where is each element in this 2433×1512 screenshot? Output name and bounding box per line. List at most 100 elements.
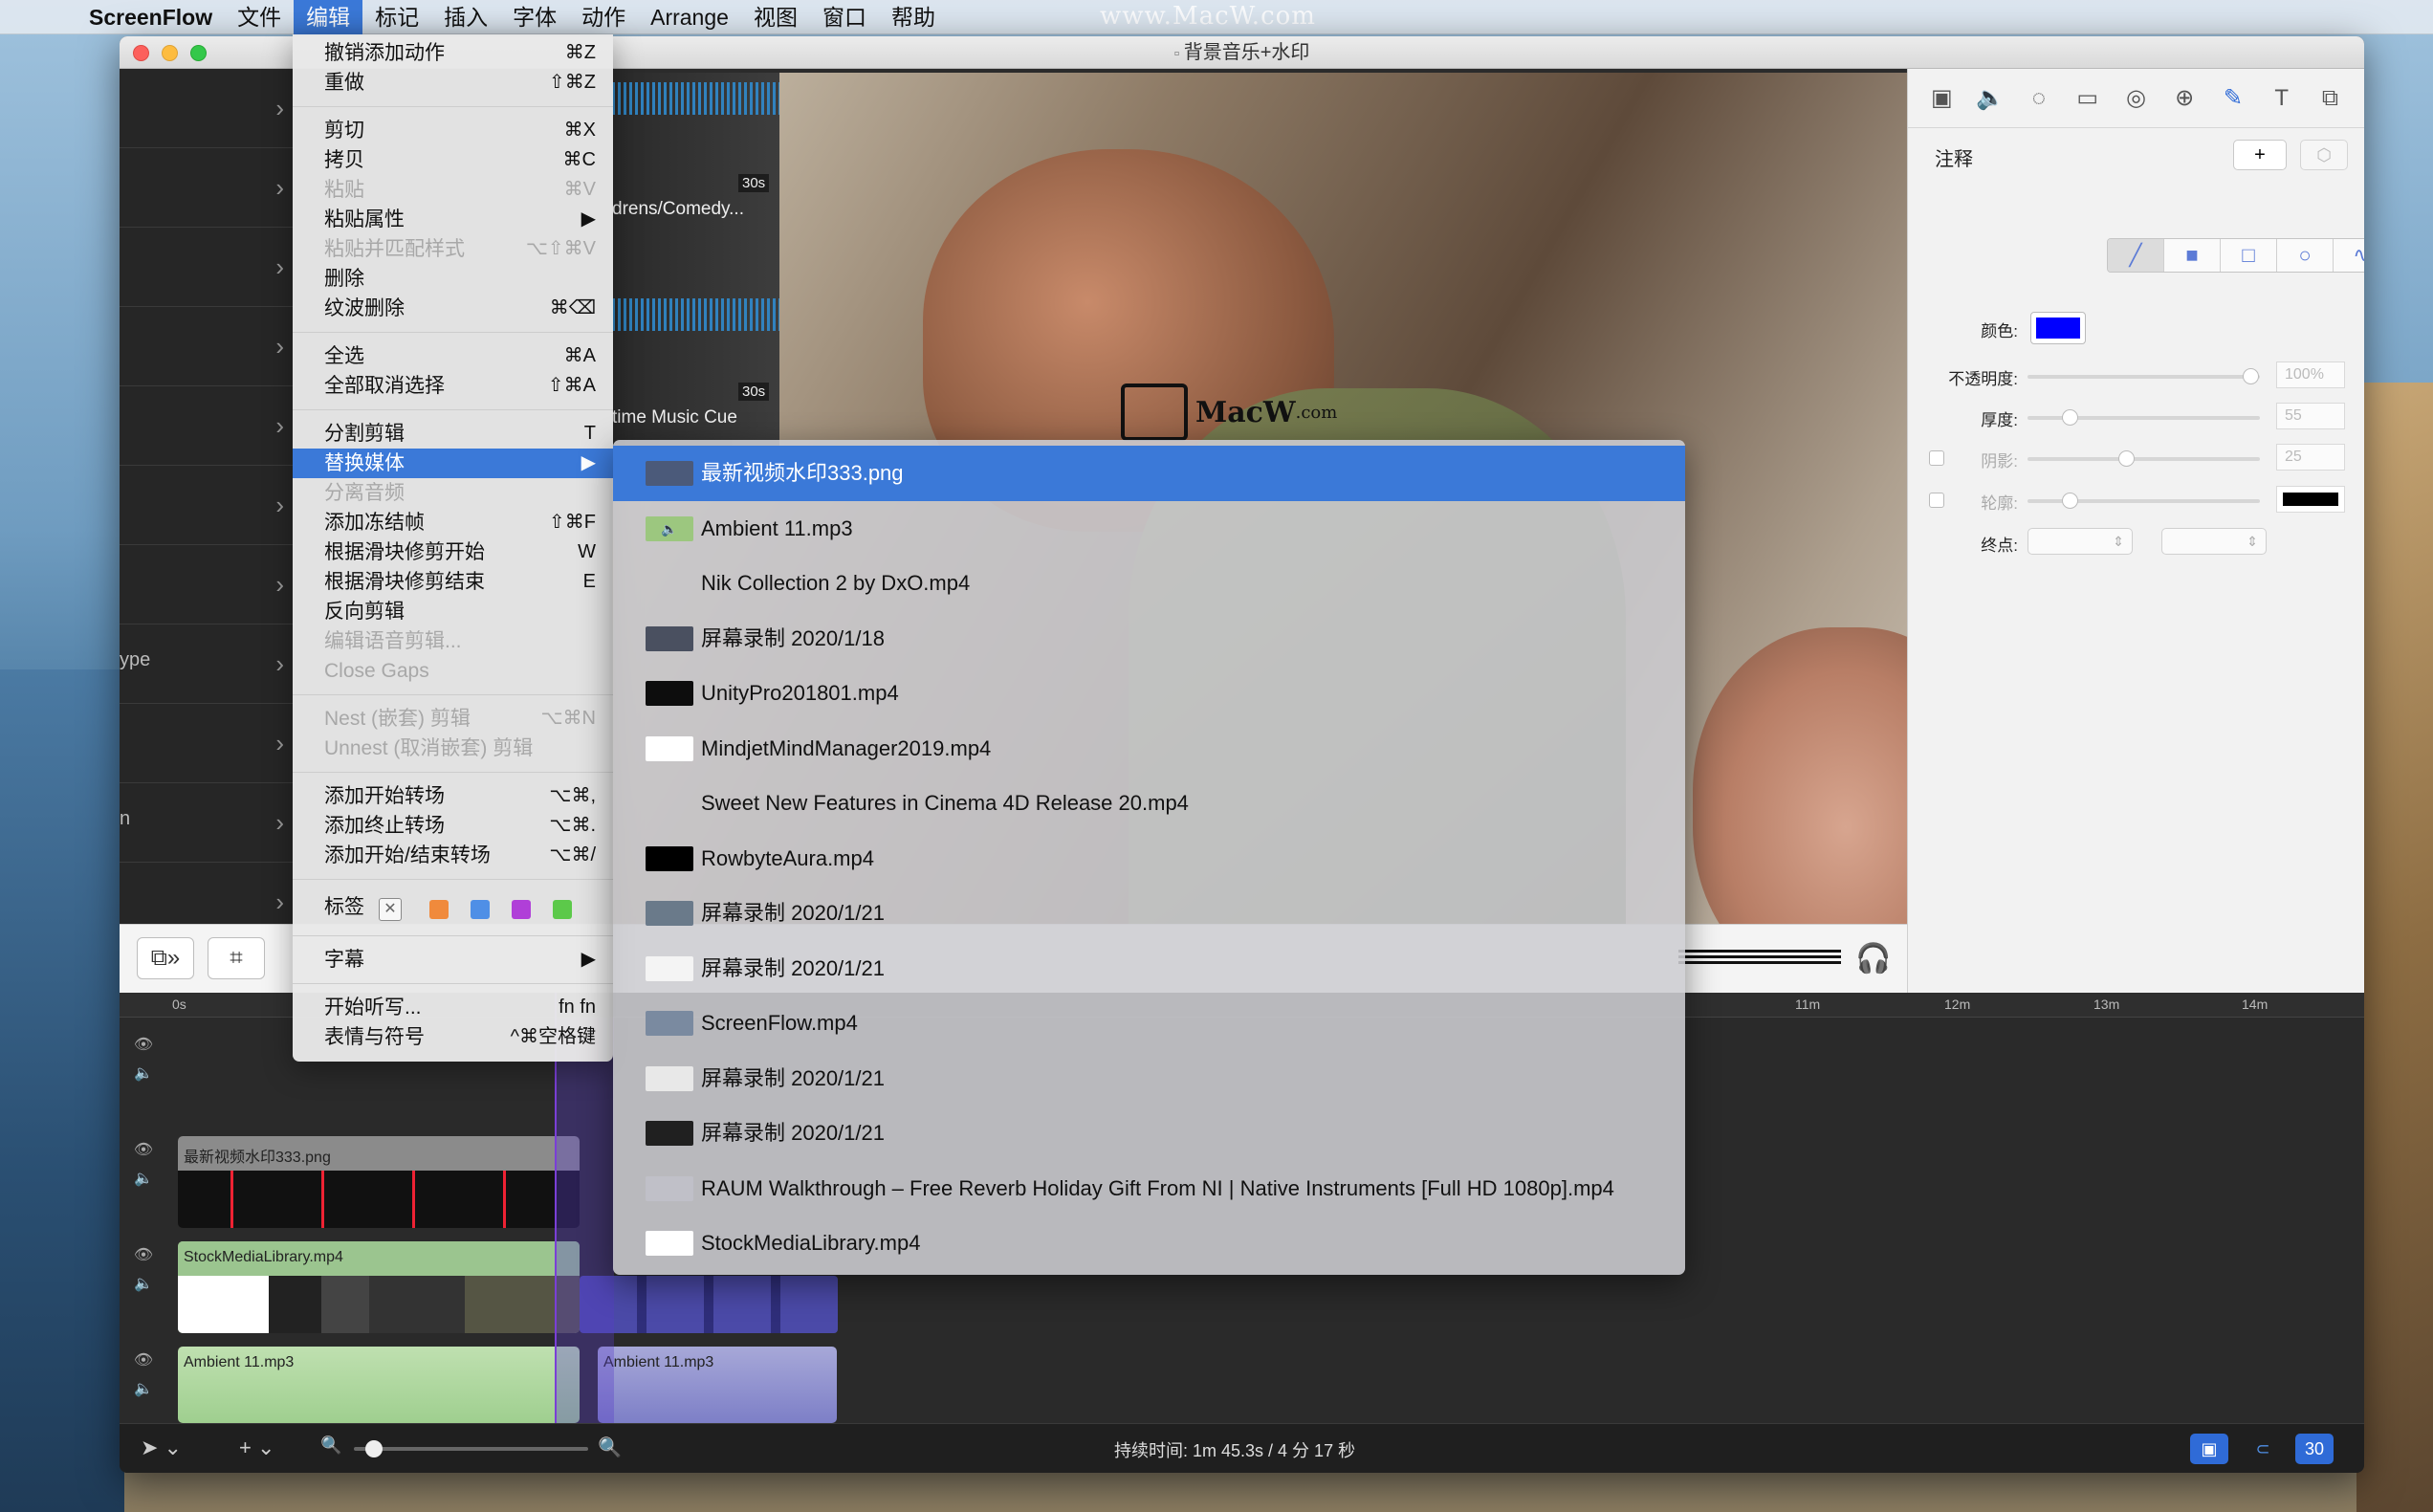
magnet-icon[interactable]: ⊂: [2247, 1434, 2278, 1464]
zoom-out-icon[interactable]: 🔍: [320, 1435, 341, 1456]
media-row[interactable]: ›: [120, 69, 294, 148]
submenu-item[interactable]: 屏幕录制 2020/1/21: [613, 1051, 1685, 1107]
menu-item-ripple-delete[interactable]: 纹波删除 ⌘⌫: [293, 294, 613, 323]
shadow-slider[interactable]: [2028, 450, 2260, 467]
shadow-checkbox[interactable]: [1929, 450, 1944, 466]
media-row[interactable]: ›: [120, 704, 294, 783]
eye-icon[interactable]: 👁: [120, 1031, 167, 1060]
media-row[interactable]: n ›: [120, 783, 294, 863]
label-orange-swatch[interactable]: [429, 900, 449, 919]
media-actions-icon[interactable]: ⧉»: [137, 937, 194, 979]
text-icon[interactable]: T: [2268, 84, 2296, 113]
submenu-item[interactable]: 屏幕录制 2020/1/21: [613, 941, 1685, 997]
menu-item-paste-match-style[interactable]: 粘贴并匹配样式 ⌥⇧⌘V: [293, 234, 613, 264]
cube-icon[interactable]: ⬡: [2300, 140, 2348, 170]
slider-knob[interactable]: [2243, 368, 2259, 384]
menu-item-paste-attributes[interactable]: 粘贴属性 ▶: [293, 205, 613, 234]
submenu-item[interactable]: ScreenFlow.mp4: [613, 996, 1685, 1051]
media-library-icon[interactable]: ⧉: [2316, 84, 2345, 113]
media-row[interactable]: ›: [120, 228, 294, 307]
outline-color-well[interactable]: [2276, 486, 2345, 513]
rectangle-icon[interactable]: □: [2221, 239, 2277, 272]
label-green-swatch[interactable]: [553, 900, 572, 919]
zoom-button[interactable]: [190, 45, 207, 61]
menu-action[interactable]: 动作: [569, 0, 638, 34]
slider-knob[interactable]: [2062, 409, 2078, 426]
minimize-button[interactable]: [162, 45, 178, 61]
timeline-clip-audio[interactable]: Ambient 11.mp3: [178, 1347, 580, 1423]
submenu-item[interactable]: UnityPro201801.mp4: [613, 666, 1685, 721]
submenu-item[interactable]: 最新视频水印333.png: [613, 446, 1685, 501]
submenu-item[interactable]: MindjetMindManager2019.mp4: [613, 721, 1685, 777]
opacity-slider[interactable]: [2028, 368, 2260, 384]
video-motion-icon[interactable]: ◌: [2025, 84, 2053, 113]
eye-icon[interactable]: 👁: [120, 1347, 167, 1375]
video-properties-icon[interactable]: ▣: [1927, 84, 1956, 113]
opacity-value[interactable]: 100%: [2276, 362, 2345, 388]
media-row[interactable]: ype ›: [120, 625, 294, 704]
mute-icon[interactable]: 🔈: [120, 1165, 167, 1194]
mute-icon[interactable]: 🔈: [120, 1375, 167, 1404]
media-row[interactable]: ›: [120, 307, 294, 386]
submenu-item[interactable]: Sweet New Features in Cinema 4D Release …: [613, 776, 1685, 831]
menu-item-deselect-all[interactable]: 全部取消选择 ⇧⌘A: [293, 371, 613, 401]
annotation-pen-icon[interactable]: ✎: [2219, 84, 2247, 113]
menu-item-add-start-end-transition[interactable]: 添加开始/结束转场 ⌥⌘/: [293, 841, 613, 870]
outline-checkbox[interactable]: [1929, 493, 1944, 508]
menu-item-replace-media[interactable]: 替换媒体 ▶: [293, 449, 613, 478]
watermark-logo[interactable]: MacW .com: [1121, 383, 1337, 441]
zoom-slider[interactable]: [354, 1440, 588, 1457]
line-shape-icon[interactable]: ╱: [2108, 239, 2164, 272]
media-row[interactable]: ›: [120, 386, 294, 466]
menu-item-copy[interactable]: 拷贝 ⌘C: [293, 145, 613, 175]
submenu-item[interactable]: 屏幕录制 2020/1/21: [613, 1106, 1685, 1161]
menu-window[interactable]: 窗口: [810, 0, 879, 34]
mute-icon[interactable]: 🔈: [120, 1060, 167, 1088]
slider-knob[interactable]: [2062, 493, 2078, 509]
timeline-clip-audio-2[interactable]: Ambient 11.mp3: [598, 1347, 837, 1423]
color-well[interactable]: [2030, 312, 2086, 344]
menu-item-edit-voice-clip[interactable]: 编辑语音剪辑...: [293, 626, 613, 656]
shadow-value[interactable]: 25: [2276, 444, 2345, 471]
headphones-icon[interactable]: 🎧: [1855, 942, 1891, 975]
menu-item-subtitles[interactable]: 字幕 ▶: [293, 945, 613, 975]
submenu-item[interactable]: RAUM Walkthrough – Free Reverb Holiday G…: [613, 1161, 1685, 1216]
label-blue-swatch[interactable]: [471, 900, 490, 919]
menu-mark[interactable]: 标记: [362, 0, 431, 34]
menu-file[interactable]: 文件: [225, 0, 294, 34]
submenu-item[interactable]: 屏幕录制 2020/1/18: [613, 611, 1685, 667]
close-button[interactable]: [133, 45, 149, 61]
mute-icon[interactable]: 🔈: [120, 1270, 167, 1299]
eye-icon[interactable]: 👁: [120, 1136, 167, 1165]
menu-item-close-gaps[interactable]: Close Gaps: [293, 656, 613, 686]
media-row[interactable]: ›: [120, 545, 294, 625]
filled-rect-icon[interactable]: ■: [2164, 239, 2221, 272]
menu-item-unnest-clip[interactable]: Unnest (取消嵌套) 剪辑: [293, 734, 613, 763]
menu-item-nest-clip[interactable]: Nest (嵌套) 剪辑 ⌥⌘N: [293, 704, 613, 734]
menu-item-emoji[interactable]: 表情与符号 ^⌘空格键: [293, 1022, 613, 1052]
submenu-item[interactable]: Nik Collection 2 by DxO.mp4: [613, 556, 1685, 611]
menu-item-add-freeze-frame[interactable]: 添加冻结帧 ⇧⌘F: [293, 508, 613, 537]
submenu-item[interactable]: 屏幕录制 2020/1/21: [613, 886, 1685, 941]
menu-item-cut[interactable]: 剪切 ⌘X: [293, 116, 613, 145]
fps-badge[interactable]: 30: [2295, 1434, 2334, 1464]
timeline-clip-video[interactable]: StockMediaLibrary.mp4: [178, 1241, 580, 1333]
menu-item-add-end-transition[interactable]: 添加终止转场 ⌥⌘.: [293, 811, 613, 841]
menu-help[interactable]: 帮助: [879, 0, 948, 34]
submenu-item[interactable]: 🔈 Ambient 11.mp3: [613, 501, 1685, 557]
zoom-in-icon[interactable]: 🔍: [598, 1435, 622, 1459]
add-annotation-button[interactable]: +: [2233, 140, 2287, 170]
menu-item-redo[interactable]: 重做 ⇧⌘Z: [293, 68, 613, 98]
menu-item-reverse-clip[interactable]: 反向剪辑: [293, 597, 613, 626]
menu-view[interactable]: 视图: [741, 0, 810, 34]
end-endpoint-popup[interactable]: ⇕: [2161, 528, 2267, 555]
callout-icon[interactable]: ◎: [2121, 84, 2150, 113]
snapshot-icon[interactable]: ▣: [2190, 1434, 2228, 1464]
menu-item-split-clip[interactable]: 分割剪辑 T: [293, 419, 613, 449]
thickness-value[interactable]: 55: [2276, 403, 2345, 429]
pointer-tool-icon[interactable]: ➤ ⌄: [141, 1435, 182, 1460]
menu-arrange[interactable]: Arrange: [638, 0, 741, 34]
crop-icon[interactable]: ⌗: [208, 937, 265, 979]
label-none-swatch[interactable]: ✕: [379, 898, 402, 921]
menu-item-detach-audio[interactable]: 分离音频: [293, 478, 613, 508]
